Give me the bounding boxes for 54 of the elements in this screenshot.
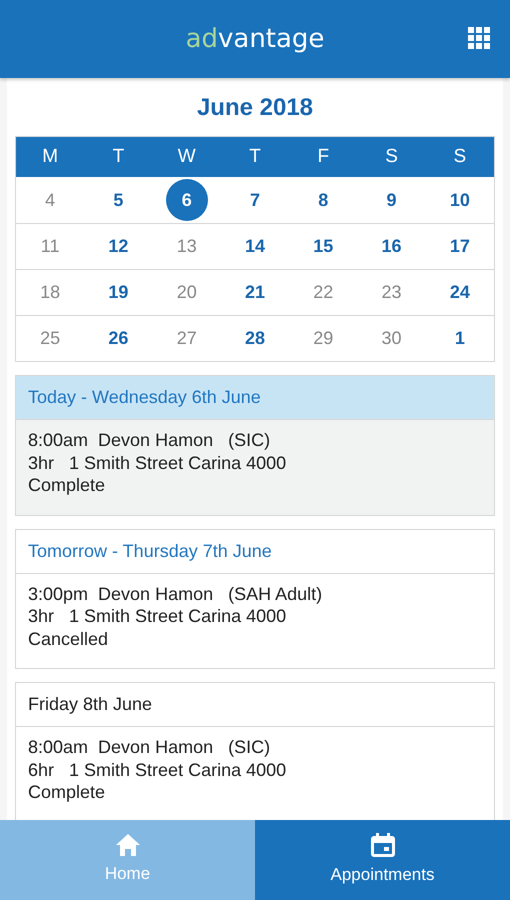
weekday-label: M bbox=[41, 144, 60, 169]
calendar-day[interactable]: 16 bbox=[370, 226, 413, 268]
appointment-status: Complete bbox=[28, 474, 106, 496]
calendar-day[interactable]: 29 bbox=[302, 318, 344, 360]
day-heading: Today - Wednesday 6th June bbox=[16, 376, 494, 420]
appointment-entry[interactable]: 3:00pm Devon Hamon (SAH Adult) 3hr 1 Smith Street Carina 4000 Cancelled bbox=[16, 574, 494, 668]
calendar-day[interactable]: 5 bbox=[97, 179, 140, 221]
appointment-status: Cancelled bbox=[28, 628, 110, 650]
calendar-day[interactable]: 21 bbox=[234, 272, 276, 314]
appointment-duration-address: 3hr 1 Smith Street Carina 4000 bbox=[28, 605, 288, 628]
calendar-day[interactable]: 23 bbox=[370, 272, 413, 314]
calendar-day[interactable]: 13 bbox=[166, 226, 208, 268]
calendar-day[interactable]: 30 bbox=[370, 318, 413, 360]
calendar-day[interactable]: 7 bbox=[234, 179, 276, 221]
calendar-day[interactable]: 14 bbox=[234, 226, 276, 268]
appointment-entry[interactable]: 8:00am Devon Hamon (SIC) 6hr 1 Smith Street Carina 4000 Complete bbox=[16, 727, 494, 820]
weekday-label: T bbox=[248, 144, 262, 169]
appointment-duration-address: 3hr 1 Smith Street Carina 4000 bbox=[28, 452, 288, 474]
calendar-day[interactable]: 15 bbox=[302, 226, 344, 268]
calendar-day[interactable]: 10 bbox=[438, 179, 481, 221]
calendar-icon bbox=[370, 832, 396, 858]
calendar-day[interactable]: 26 bbox=[97, 318, 140, 360]
calendar-day[interactable]: 6 bbox=[166, 179, 208, 221]
calendar-day[interactable]: 28 bbox=[234, 318, 276, 360]
home-icon bbox=[114, 833, 140, 858]
calendar-day[interactable]: 18 bbox=[29, 272, 72, 314]
appointment-status: Complete bbox=[28, 781, 106, 804]
appointment-time-client: 8:00am Devon Hamon (SIC) bbox=[28, 736, 272, 758]
calendar-day[interactable]: 1 bbox=[438, 318, 481, 360]
nav-tab[interactable]: Appointments bbox=[255, 820, 510, 900]
weekday-label: W bbox=[176, 144, 197, 169]
calendar-day[interactable]: 20 bbox=[166, 272, 208, 314]
appointment-time-client: 8:00am Devon Hamon (SIC) bbox=[28, 429, 272, 452]
calendar-day[interactable]: 9 bbox=[370, 179, 413, 221]
calendar-day[interactable]: 27 bbox=[166, 318, 208, 360]
calendar-day[interactable]: 11 bbox=[29, 226, 72, 268]
weekday-label: F bbox=[316, 144, 330, 169]
apps-grid-icon[interactable] bbox=[468, 27, 490, 49]
calendar-day[interactable]: 22 bbox=[302, 272, 344, 314]
calendar-day[interactable]: 4 bbox=[29, 179, 72, 221]
weekday-label: S bbox=[384, 144, 399, 169]
weekday-label: T bbox=[112, 144, 126, 169]
calendar-day[interactable]: 8 bbox=[302, 179, 344, 221]
appointment-duration-address: 6hr 1 Smith Street Carina 4000 bbox=[28, 758, 288, 781]
calendar-day[interactable]: 17 bbox=[438, 226, 481, 268]
appointment-entry[interactable]: 8:00am Devon Hamon (SIC) 3hr 1 Smith Street Carina 4000 Complete bbox=[16, 420, 494, 514]
appointment-time-client: 3:00pm Devon Hamon (SAH Adult) bbox=[28, 582, 324, 605]
app-logo: advantage bbox=[186, 22, 324, 56]
weekday-label: S bbox=[452, 144, 468, 169]
calendar-day[interactable]: 12 bbox=[97, 226, 140, 268]
calendar-day[interactable]: 25 bbox=[29, 318, 72, 360]
calendar-day[interactable]: 24 bbox=[438, 272, 481, 314]
month-title: June 2018 bbox=[196, 93, 314, 123]
calendar-day[interactable]: 19 bbox=[97, 272, 140, 314]
